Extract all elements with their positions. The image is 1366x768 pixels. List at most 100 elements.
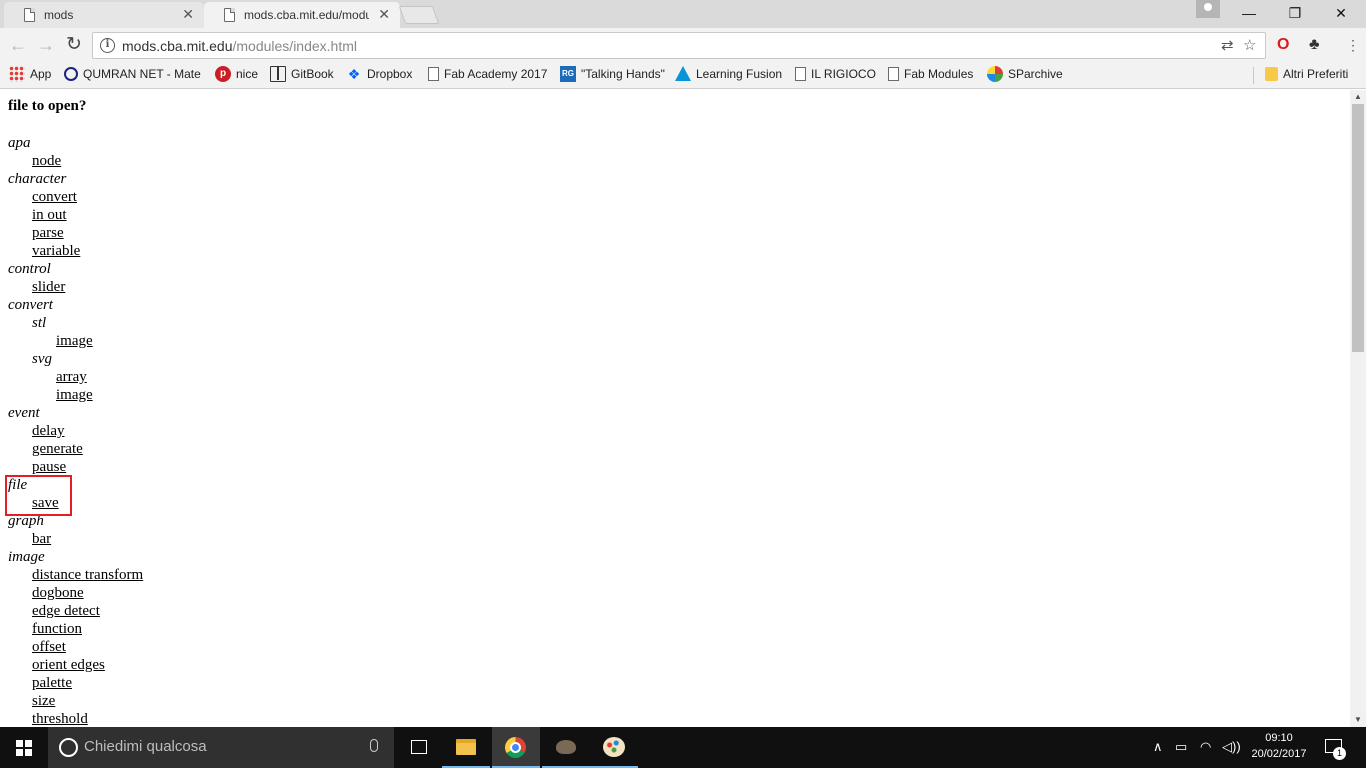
module-link-row: image	[8, 332, 143, 350]
volume-icon[interactable]: ◁))	[1222, 739, 1241, 755]
scroll-down-arrow-icon[interactable]: ▼	[1350, 713, 1366, 727]
menu-icon[interactable]: ⋮	[1346, 36, 1360, 54]
taskbar-clock[interactable]: 09:10 20/02/2017	[1246, 730, 1312, 762]
module-link[interactable]: orient edges	[32, 657, 105, 673]
module-link-row: threshold	[8, 710, 143, 727]
bookmark-app[interactable]: App	[9, 66, 51, 84]
module-link[interactable]: in out	[32, 207, 67, 223]
bookmark-star-icon[interactable]: ☆	[1243, 36, 1256, 54]
module-link[interactable]: image	[56, 333, 93, 349]
module-link[interactable]: palette	[32, 675, 72, 691]
windows-logo-icon	[16, 740, 32, 756]
module-link[interactable]: array	[56, 369, 87, 385]
qumran-icon	[64, 66, 78, 81]
microphone-icon[interactable]	[370, 739, 378, 752]
module-link[interactable]: slider	[32, 279, 65, 295]
module-link[interactable]: distance transform	[32, 567, 143, 583]
evernote-icon[interactable]: ♣	[1309, 36, 1320, 54]
back-button[interactable]: ←	[7, 34, 29, 56]
module-link[interactable]: generate	[32, 441, 83, 457]
bookmark-other-folder[interactable]: Altri Preferiti	[1265, 66, 1348, 84]
start-button[interactable]	[0, 727, 48, 768]
opera-icon[interactable]: O	[1277, 36, 1289, 54]
taskbar-chrome[interactable]	[492, 727, 540, 768]
module-link-row: image	[8, 386, 143, 404]
minimize-button[interactable]: —	[1226, 0, 1272, 28]
module-link-row: orient edges	[8, 656, 143, 674]
module-list: apa node character convert in out parse variab…	[8, 134, 143, 727]
module-link[interactable]: bar	[32, 531, 51, 547]
module-link-row: edge detect	[8, 602, 143, 620]
close-window-button[interactable]: ✕	[1318, 0, 1364, 28]
module-link[interactable]: edge detect	[32, 603, 100, 619]
bookmark-dropbox[interactable]: ❖ Dropbox	[346, 66, 413, 84]
bookmark-talking-hands[interactable]: RG "Talking Hands"	[560, 66, 665, 84]
taskbar-gimp[interactable]	[542, 727, 590, 768]
tab-title: mods	[44, 8, 74, 22]
module-link[interactable]: size	[32, 693, 55, 709]
module-link[interactable]: dogbone	[32, 585, 84, 601]
profile-icon[interactable]	[1196, 0, 1220, 18]
module-link[interactable]: threshold	[32, 711, 88, 727]
taskbar-paint[interactable]	[590, 727, 638, 768]
forward-button[interactable]: →	[35, 34, 57, 56]
reload-button[interactable]: ↻	[63, 34, 85, 56]
module-link[interactable]: delay	[32, 423, 64, 439]
module-link[interactable]: function	[32, 621, 82, 637]
battery-plug-icon[interactable]: ▭	[1175, 739, 1187, 755]
module-link-row: palette	[8, 674, 143, 692]
translate-icon[interactable]: ⇄	[1221, 36, 1234, 54]
module-link-row: node	[8, 152, 143, 170]
bookmark-gitbook[interactable]: GitBook	[270, 66, 334, 84]
module-category: svg	[32, 351, 52, 367]
page-icon	[24, 8, 35, 22]
url-text: mods.cba.mit.edu/modules/index.html	[122, 38, 358, 54]
bookmark-qumran[interactable]: QUMRAN NET - Mate	[64, 66, 201, 84]
search-placeholder: Chiedimi qualcosa	[84, 738, 207, 755]
tab-mods-modules[interactable]: mods.cba.mit.edu/modu ✕	[204, 2, 400, 28]
page-icon	[795, 66, 806, 81]
bookmark-il-rigioco[interactable]: IL RIGIOCO	[795, 66, 876, 84]
tray-chevron-up-icon[interactable]: ∧	[1153, 739, 1163, 755]
wifi-icon[interactable]: ◠	[1200, 739, 1211, 755]
new-tab-button[interactable]	[398, 6, 440, 24]
address-bar[interactable]: i mods.cba.mit.edu/modules/index.html ⇄ …	[92, 32, 1266, 59]
apps-grid-icon	[9, 66, 25, 82]
taskbar-file-explorer[interactable]	[442, 727, 490, 768]
task-view-button[interactable]	[394, 727, 442, 768]
vertical-scrollbar[interactable]: ▲ ▼	[1350, 90, 1366, 727]
bookmark-nice[interactable]: p nice	[215, 66, 258, 84]
module-link-row: parse	[8, 224, 143, 242]
bookmark-separator	[1253, 67, 1254, 84]
file-explorer-icon	[456, 739, 476, 755]
page-icon	[428, 66, 439, 81]
module-category: character	[8, 171, 67, 187]
module-link[interactable]: parse	[32, 225, 64, 241]
module-category: image	[8, 549, 45, 565]
close-icon[interactable]: ✕	[378, 6, 390, 23]
module-link-row: function	[8, 620, 143, 638]
module-link[interactable]: convert	[32, 189, 77, 205]
pinterest-icon: p	[215, 66, 231, 82]
module-link[interactable]: image	[56, 387, 93, 403]
scroll-up-arrow-icon[interactable]: ▲	[1350, 90, 1366, 104]
tab-mods[interactable]: mods ✕	[4, 2, 204, 28]
module-link[interactable]: offset	[32, 639, 66, 655]
bookmark-learning-fusion[interactable]: Learning Fusion	[675, 66, 782, 84]
cortana-search-box[interactable]: Chiedimi qualcosa	[48, 727, 394, 768]
module-link[interactable]: variable	[32, 243, 80, 259]
info-icon[interactable]: i	[100, 38, 115, 53]
page-icon	[888, 66, 899, 81]
module-link-row: pause	[8, 458, 143, 476]
clock-date: 20/02/2017	[1251, 748, 1307, 760]
bookmark-fab-academy[interactable]: Fab Academy 2017	[428, 66, 547, 84]
bookmark-fab-modules[interactable]: Fab Modules	[888, 66, 973, 84]
bookmark-sparchive[interactable]: SParchive	[987, 66, 1063, 84]
highlight-box	[5, 475, 72, 516]
module-link[interactable]: pause	[32, 459, 66, 475]
close-icon[interactable]: ✕	[182, 6, 194, 23]
clock-time: 09:10	[1265, 732, 1293, 744]
scroll-thumb[interactable]	[1352, 104, 1364, 352]
module-link[interactable]: node	[32, 153, 61, 169]
restore-button[interactable]: ❐	[1272, 0, 1318, 28]
